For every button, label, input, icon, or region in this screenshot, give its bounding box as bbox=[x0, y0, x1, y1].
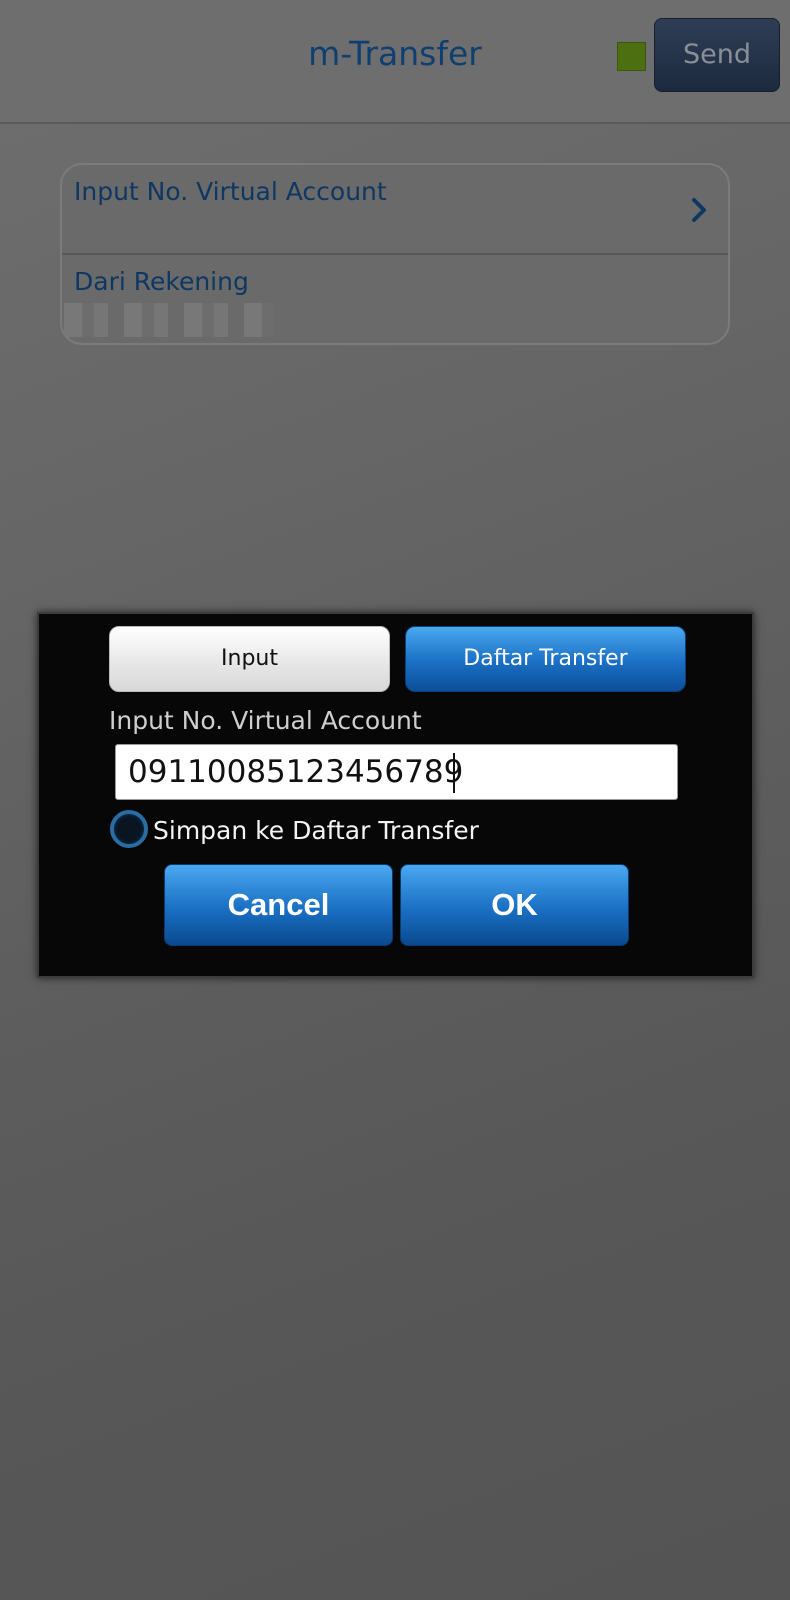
ok-button[interactable]: OK bbox=[400, 864, 629, 946]
virtual-account-row[interactable]: Input No. Virtual Account bbox=[62, 165, 728, 255]
from-account-label: Dari Rekening bbox=[74, 267, 249, 296]
app-header: m-Transfer Send bbox=[0, 0, 790, 124]
text-caret bbox=[453, 753, 455, 793]
from-account-row[interactable]: Dari Rekening bbox=[62, 255, 728, 343]
save-to-list-checkbox[interactable] bbox=[110, 810, 148, 848]
save-to-list-label: Simpan ke Daftar Transfer bbox=[153, 816, 479, 845]
chevron-right-icon bbox=[692, 198, 706, 222]
transfer-form-card: Input No. Virtual Account Dari Rekening bbox=[60, 163, 730, 345]
status-indicator bbox=[617, 42, 646, 71]
tab-input[interactable]: Input bbox=[109, 626, 390, 692]
virtual-account-dialog: Input Daftar Transfer Input No. Virtual … bbox=[37, 612, 754, 978]
virtual-account-label: Input No. Virtual Account bbox=[74, 177, 387, 206]
send-button[interactable]: Send bbox=[654, 18, 780, 92]
cancel-button[interactable]: Cancel bbox=[164, 864, 393, 946]
va-number-input[interactable] bbox=[115, 744, 678, 800]
tab-transfer-list[interactable]: Daftar Transfer bbox=[405, 626, 686, 692]
masked-account-number bbox=[64, 303, 274, 337]
va-field-label: Input No. Virtual Account bbox=[109, 706, 422, 735]
